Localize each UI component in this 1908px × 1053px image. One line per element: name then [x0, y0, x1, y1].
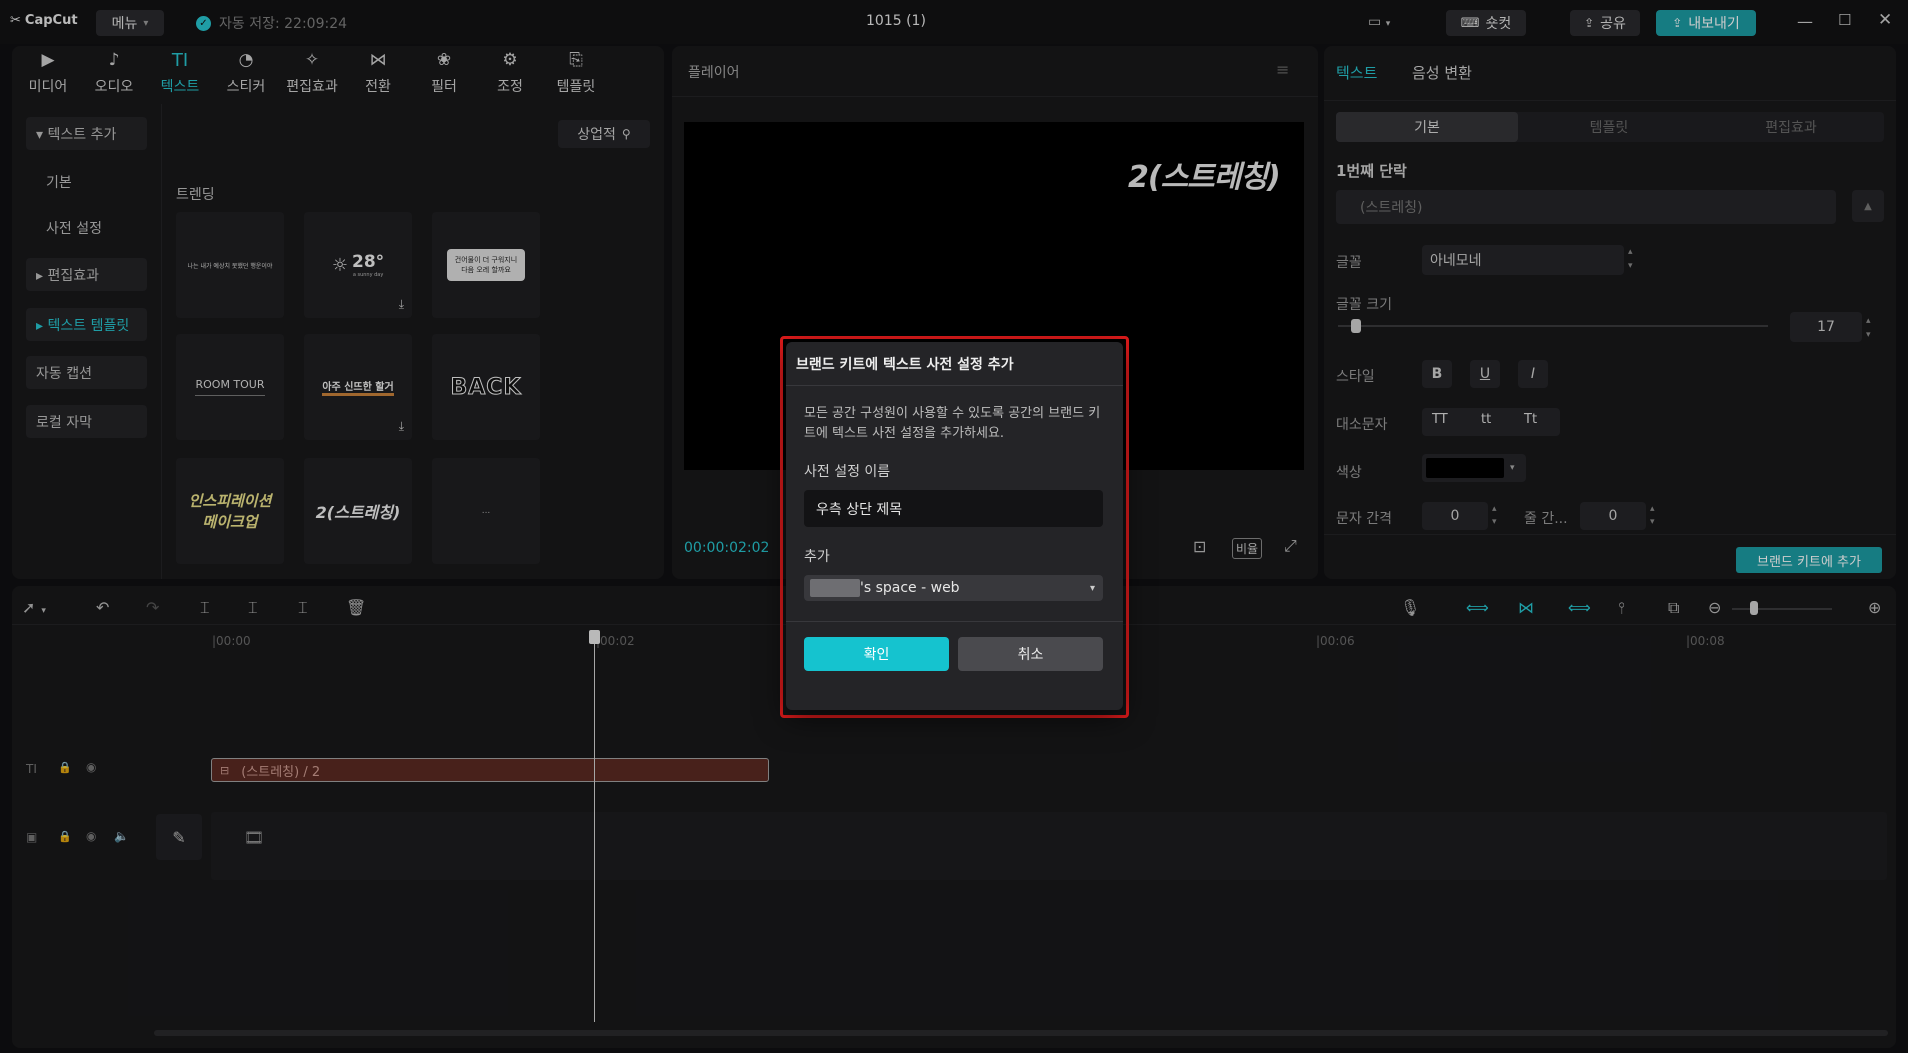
dialog-divider [786, 385, 1123, 386]
chevron-down-icon: ▾ [1089, 582, 1095, 594]
dialog-title: 브랜드 키트에 텍스트 사전 설정 추가 [796, 357, 1014, 373]
cancel-button[interactable]: 취소 [958, 637, 1103, 671]
add-target-label: 추가 [804, 549, 830, 565]
preset-name-label: 사전 설정 이름 [804, 464, 891, 480]
confirm-button[interactable]: 확인 [804, 637, 949, 671]
dialog-divider [786, 621, 1123, 622]
space-select[interactable]: 's space - web ▾ [804, 575, 1103, 601]
dialog-description: 모든 공간 구성원이 사용할 수 있도록 공간의 브랜드 키트에 텍스트 사전 … [804, 406, 1101, 441]
space-avatar [810, 579, 860, 597]
preset-name-input[interactable]: 우측 상단 제목 [804, 490, 1103, 527]
